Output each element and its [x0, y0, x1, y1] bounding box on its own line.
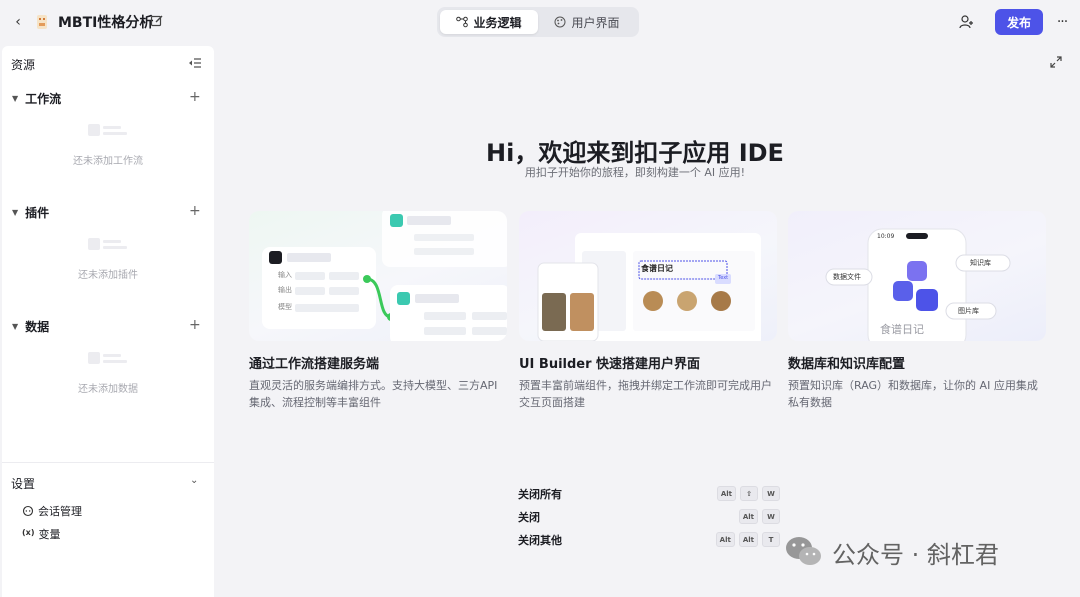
section-data-header[interactable]: ▼ 数据 — [12, 318, 49, 335]
key-cap: Alt — [738, 532, 758, 547]
key-cap: Alt — [738, 509, 758, 524]
edit-icon[interactable] — [150, 14, 164, 28]
flow-icon — [456, 16, 469, 28]
chevron-down-icon: ▼ — [12, 208, 19, 217]
hero-title: Hi，欢迎来到扣子应用 IDE — [486, 139, 784, 167]
section-workflow-header[interactable]: ▼ 工作流 — [12, 90, 61, 107]
resource-sidebar: 资源 ▼ 工作流 + 还未添加工作流 ▼ 插件 + 还未添加插件 ▼ 数据 + … — [2, 46, 214, 597]
wechat-icon — [786, 537, 821, 565]
section-plugin-label: 插件 — [25, 206, 50, 220]
settings-item-chat[interactable]: 会话管理 — [22, 503, 82, 519]
workflow-illustration: 输入 输出 模型 — [249, 211, 507, 341]
chevron-down-icon[interactable]: ⌄ — [190, 475, 198, 486]
database-illustration: 10:09 数据文件 知识库 图片库 食谱日记 — [788, 211, 1046, 341]
key-cap: ⇧ — [740, 486, 758, 501]
settings-section: 设置 ⌄ 会话管理 (x) 变量 — [2, 462, 214, 541]
illu-text-badge: Text — [718, 275, 729, 281]
publish-button[interactable]: 发布 — [995, 9, 1043, 35]
chat-icon — [22, 505, 34, 517]
settings-item-variable-label: 变量 — [38, 528, 61, 541]
sidebar-title: 资源 — [11, 58, 36, 72]
shortcut-label: 关闭所有 — [518, 488, 562, 501]
collapse-sidebar-icon[interactable] — [188, 57, 202, 69]
illu-label-model: 模型 — [278, 303, 292, 311]
shortcut-close: 关闭 Alt W — [518, 509, 780, 525]
back-chevron-icon[interactable]: ‹ — [10, 13, 26, 31]
chevron-down-icon: ▼ — [12, 322, 19, 331]
expand-icon[interactable] — [1050, 56, 1062, 68]
empty-placeholder-icon — [88, 352, 127, 364]
watermark: 公众号 · 斜杠君 — [784, 534, 999, 570]
empty-workflow-text: 还未添加工作流 — [73, 156, 143, 167]
key-cap: W — [762, 486, 780, 501]
empty-data-text: 还未添加数据 — [78, 384, 138, 395]
shortcut-close-others: 关闭其他 Alt Alt T — [518, 532, 780, 548]
add-workflow-icon[interactable]: + — [189, 89, 201, 105]
tab-business-logic-label: 业务逻辑 — [473, 15, 522, 30]
empty-placeholder-icon — [88, 238, 127, 250]
top-bar: ‹ MBTI性格分析 业务逻辑 用户界面 发布 ··· — [0, 0, 1080, 44]
empty-plugin-text: 还未添加插件 — [78, 270, 138, 281]
card-workflow-desc: 直观灵活的服务端编排方式。支持大模型、三方API集成、流程控制等丰富组件 — [249, 379, 498, 409]
settings-item-chat-label: 会话管理 — [38, 505, 82, 518]
card-ui-builder[interactable]: 食谱日记 Text UI Builder 快速搭建用户界面 预置丰富前端组件，拖… — [519, 211, 779, 409]
more-icon[interactable]: ··· — [1054, 13, 1070, 31]
key-cap: Alt — [716, 486, 736, 501]
palette-icon — [554, 16, 566, 28]
card-workflow[interactable]: 输入 输出 模型 通过工作流搭建服务端 直观灵活的服务端编排方式。支持大模型、三… — [249, 211, 509, 409]
illu-time: 10:09 — [877, 233, 895, 240]
section-plugin-header[interactable]: ▼ 插件 — [12, 204, 49, 221]
shortcut-label: 关闭 — [518, 511, 540, 524]
add-data-icon[interactable]: + — [189, 317, 201, 333]
key-cap: T — [762, 532, 780, 547]
watermark-text: 公众号 · 斜杠君 — [832, 540, 999, 569]
tab-user-interface-label: 用户界面 — [571, 15, 620, 30]
add-plugin-icon[interactable]: + — [189, 203, 201, 219]
key-cap: W — [762, 509, 780, 524]
hero-subtitle: 用扣子开始你的旅程，即刻构建一个 AI 应用! — [524, 166, 746, 179]
view-switcher: 业务逻辑 用户界面 — [437, 7, 639, 37]
card-ui-builder-desc: 预置丰富前端组件，拖拽并绑定工作流即可完成用户交互页面搭建 — [519, 379, 772, 409]
ui-builder-illustration: 食谱日记 Text — [519, 211, 777, 341]
key-cap: Alt — [715, 532, 735, 547]
shortcut-label: 关闭其他 — [518, 534, 562, 547]
collaborators-icon[interactable] — [958, 13, 976, 31]
settings-label[interactable]: 设置 — [11, 475, 35, 492]
illu-phone-text: 食谱日记 — [880, 323, 924, 336]
variable-icon: (x) — [22, 528, 35, 537]
illu-tag-kb: 知识库 — [970, 259, 991, 267]
card-workflow-title: 通过工作流搭建服务端 — [249, 357, 380, 372]
illu-label-output: 输出 — [278, 286, 292, 294]
ui-builder-mockup — [537, 233, 761, 341]
illu-tag-img: 图片库 — [958, 307, 979, 315]
card-ui-builder-title: UI Builder 快速搭建用户界面 — [519, 357, 701, 372]
shortcut-close-all: 关闭所有 Alt ⇧ W — [518, 486, 780, 502]
card-database-desc: 预置知识库（RAG）和数据库，让你的 AI 应用集成私有数据 — [788, 379, 1038, 409]
app-logo-icon — [37, 15, 47, 29]
card-database[interactable]: 10:09 数据文件 知识库 图片库 食谱日记 数据库和知识库配置 预置知识库（… — [788, 211, 1048, 409]
tab-business-logic[interactable]: 业务逻辑 — [440, 10, 538, 34]
app-title: MBTI性格分析 — [58, 15, 154, 31]
chevron-down-icon: ▼ — [12, 94, 19, 103]
illu-tag-file: 数据文件 — [833, 273, 861, 281]
illu-recipe-title: 食谱日记 — [641, 264, 673, 273]
card-database-title: 数据库和知识库配置 — [788, 357, 906, 372]
section-workflow-label: 工作流 — [25, 92, 62, 106]
tab-user-interface[interactable]: 用户界面 — [538, 10, 636, 34]
illu-label-input: 输入 — [278, 271, 292, 279]
section-data-label: 数据 — [25, 320, 50, 334]
settings-item-variable[interactable]: (x) 变量 — [22, 526, 60, 542]
empty-placeholder-icon — [88, 124, 127, 136]
